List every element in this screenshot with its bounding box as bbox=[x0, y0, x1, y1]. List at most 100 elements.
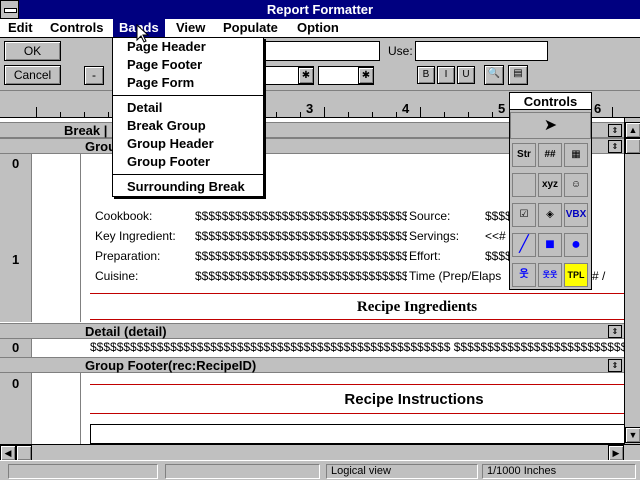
pointer-tool-icon[interactable]: ➤ bbox=[510, 112, 591, 139]
field-label[interactable]: Source: bbox=[409, 209, 485, 223]
band-group-footer-label: Group Footer(rec:RecipeID) bbox=[85, 358, 257, 373]
band-group-footer[interactable]: Group Footer(rec:RecipeID) ⇕ bbox=[0, 357, 624, 373]
format-tool-icon[interactable]: ## bbox=[538, 143, 562, 167]
use-field[interactable] bbox=[415, 41, 548, 61]
ruler-number: 5 bbox=[498, 101, 506, 116]
menu-view[interactable]: View bbox=[170, 19, 211, 37]
ellipse-tool-icon[interactable]: ● bbox=[564, 233, 588, 257]
band-scroll-icon[interactable]: ⇕ bbox=[608, 124, 622, 137]
xyz-tool-icon[interactable]: xyz bbox=[538, 173, 562, 197]
ok-button[interactable]: OK bbox=[4, 41, 61, 61]
bold-icon[interactable]: B bbox=[417, 66, 435, 84]
horizontal-scrollbar[interactable]: ◀ ▶ bbox=[0, 444, 640, 461]
ingredients-heading[interactable]: Recipe Ingredients bbox=[200, 299, 624, 316]
vertical-ruler: 0 bbox=[0, 373, 32, 444]
checkbox-tool-icon[interactable]: ☑ bbox=[512, 203, 536, 227]
window-title: Report Formatter bbox=[266, 2, 374, 17]
field-value[interactable]: <<# bbox=[485, 229, 509, 243]
status-bar: Logical view 1/1000 Inches bbox=[0, 460, 640, 480]
band-scroll-icon[interactable]: ⇕ bbox=[608, 325, 622, 338]
zoom-icon[interactable]: 🔍 bbox=[484, 65, 504, 85]
string-tool-icon[interactable]: Str bbox=[512, 143, 536, 167]
scroll-up-icon[interactable]: ▲ bbox=[625, 122, 640, 138]
italic-icon[interactable]: I bbox=[437, 66, 455, 84]
scroll-left-icon[interactable]: ◀ bbox=[0, 445, 16, 461]
tpl-tool-icon[interactable]: TPL bbox=[564, 263, 588, 287]
scroll-right-icon[interactable]: ▶ bbox=[608, 445, 624, 461]
instructions-heading[interactable]: Recipe Instructions bbox=[200, 391, 624, 408]
field-label[interactable]: Preparation: bbox=[95, 249, 195, 263]
radio-tool-icon[interactable]: ◈ bbox=[538, 203, 562, 227]
status-units: 1/1000 Inches bbox=[482, 464, 636, 479]
menu-separator bbox=[113, 174, 263, 175]
underline-icon[interactable]: U bbox=[457, 66, 475, 84]
vertical-scrollbar[interactable]: ▲ ▼ bbox=[624, 118, 640, 444]
scroll-down-icon[interactable]: ▼ bbox=[625, 427, 640, 443]
field-value[interactable]: $$$$ bbox=[485, 249, 509, 263]
menu-item-break-group[interactable]: Break Group bbox=[127, 117, 206, 135]
minus-button[interactable]: - bbox=[84, 66, 104, 85]
menu-controls[interactable]: Controls bbox=[44, 19, 109, 37]
rectangle-tool-icon[interactable]: ■ bbox=[538, 233, 562, 257]
field-value[interactable]: $$$$$$$$$$$$$$$$$$$$$$$$$$$$$$$$$$ bbox=[195, 209, 407, 223]
menu-item-page-footer[interactable]: Page Footer bbox=[127, 56, 202, 74]
system-menu-button[interactable] bbox=[0, 0, 19, 19]
field-value[interactable]: $$$$$$$$$$$$$$$$$$$$$$$$$$$$$$$$$$ bbox=[195, 269, 407, 283]
band-break-label: Break | bbox=[64, 123, 108, 138]
toolbar: OK Cancel - Use: ✱ ✱ B I U 🔍 ▤ bbox=[0, 38, 640, 90]
divider-line bbox=[90, 384, 624, 385]
field-value[interactable]: $$$$$$$$$$$$$$$$$$$$$$$$$$$$$$$$$$ bbox=[195, 249, 407, 263]
divider-line bbox=[90, 293, 624, 294]
instructions-textbox[interactable] bbox=[90, 424, 624, 444]
menu-populate[interactable]: Populate bbox=[217, 19, 284, 37]
ruler-number: 6 bbox=[594, 101, 602, 116]
menu-item-detail[interactable]: Detail bbox=[127, 99, 162, 117]
vruler-number: 0 bbox=[12, 376, 20, 391]
preview-icon[interactable]: ▤ bbox=[508, 65, 528, 85]
field-label[interactable]: Cuisine: bbox=[95, 269, 195, 283]
hscroll-thumb[interactable] bbox=[16, 445, 32, 461]
menu-bar: Edit Controls Bands View Populate Option bbox=[0, 19, 640, 38]
field-label[interactable]: Cookbook: bbox=[95, 209, 195, 223]
vbx-tool-icon[interactable]: VBX bbox=[564, 203, 588, 227]
ruler-number: 4 bbox=[402, 101, 410, 116]
image-tool-icon[interactable]: ☺ bbox=[564, 173, 588, 197]
field-value[interactable]: $$$$ bbox=[485, 209, 509, 223]
field-value[interactable]: $$$$$$$$$$$$$$$$$$$$$$$$$$$$$$$$$$ bbox=[195, 229, 407, 243]
controls-palette[interactable]: Controls ➤ Str ## ▦ xyz ☺ ☑ ◈ VBX ╱ ■ ● … bbox=[509, 92, 592, 290]
band-scroll-icon[interactable]: ⇕ bbox=[608, 140, 622, 153]
style-spin-icon[interactable]: ✱ bbox=[358, 67, 374, 84]
table-tool-icon[interactable]: ▦ bbox=[564, 143, 588, 167]
field-label[interactable]: Servings: bbox=[409, 229, 485, 243]
person-tool-icon[interactable]: 웃 bbox=[512, 263, 536, 287]
blank-tool-icon[interactable] bbox=[512, 173, 536, 197]
menu-edit[interactable]: Edit bbox=[2, 19, 39, 37]
bands-menu-dropdown: Page Header Page Footer Page Form Detail… bbox=[112, 37, 264, 197]
group-tool-icon[interactable]: 웃웃 bbox=[538, 263, 562, 287]
field-label[interactable]: Effort: bbox=[409, 249, 485, 263]
detail-row-field[interactable]: $$$$$$$$$$$$$$$$$$$$$$$$$$$$$$$$$$$$$$$$… bbox=[90, 340, 624, 354]
menu-item-group-header[interactable]: Group Header bbox=[127, 135, 214, 153]
menu-option[interactable]: Option bbox=[291, 19, 345, 37]
vruler-number: 0 bbox=[12, 156, 20, 171]
name-field[interactable] bbox=[264, 41, 380, 61]
palette-title[interactable]: Controls bbox=[510, 93, 591, 110]
field-label[interactable]: Time (Prep/Elaps bbox=[409, 269, 509, 283]
mouse-cursor-icon bbox=[136, 24, 150, 43]
field-value[interactable]: # / bbox=[592, 269, 622, 283]
scroll-thumb[interactable] bbox=[625, 138, 640, 154]
status-panel bbox=[165, 464, 320, 479]
band-scroll-icon[interactable]: ⇕ bbox=[608, 359, 622, 372]
band-detail[interactable]: Detail (detail) ⇕ bbox=[0, 323, 624, 339]
menu-item-surrounding-break[interactable]: Surrounding Break bbox=[127, 178, 245, 196]
menu-item-group-footer[interactable]: Group Footer bbox=[127, 153, 210, 171]
title-bar: Report Formatter bbox=[0, 0, 640, 19]
menu-item-page-form[interactable]: Page Form bbox=[127, 74, 194, 92]
status-view: Logical view bbox=[326, 464, 478, 479]
field-label[interactable]: Key Ingredient: bbox=[95, 229, 195, 243]
ruler-number: 3 bbox=[306, 101, 314, 116]
line-tool-icon[interactable]: ╱ bbox=[512, 233, 536, 257]
vertical-ruler: 0 bbox=[0, 339, 32, 357]
cancel-button[interactable]: Cancel bbox=[4, 65, 61, 85]
font-size-spin-icon[interactable]: ✱ bbox=[298, 67, 314, 84]
